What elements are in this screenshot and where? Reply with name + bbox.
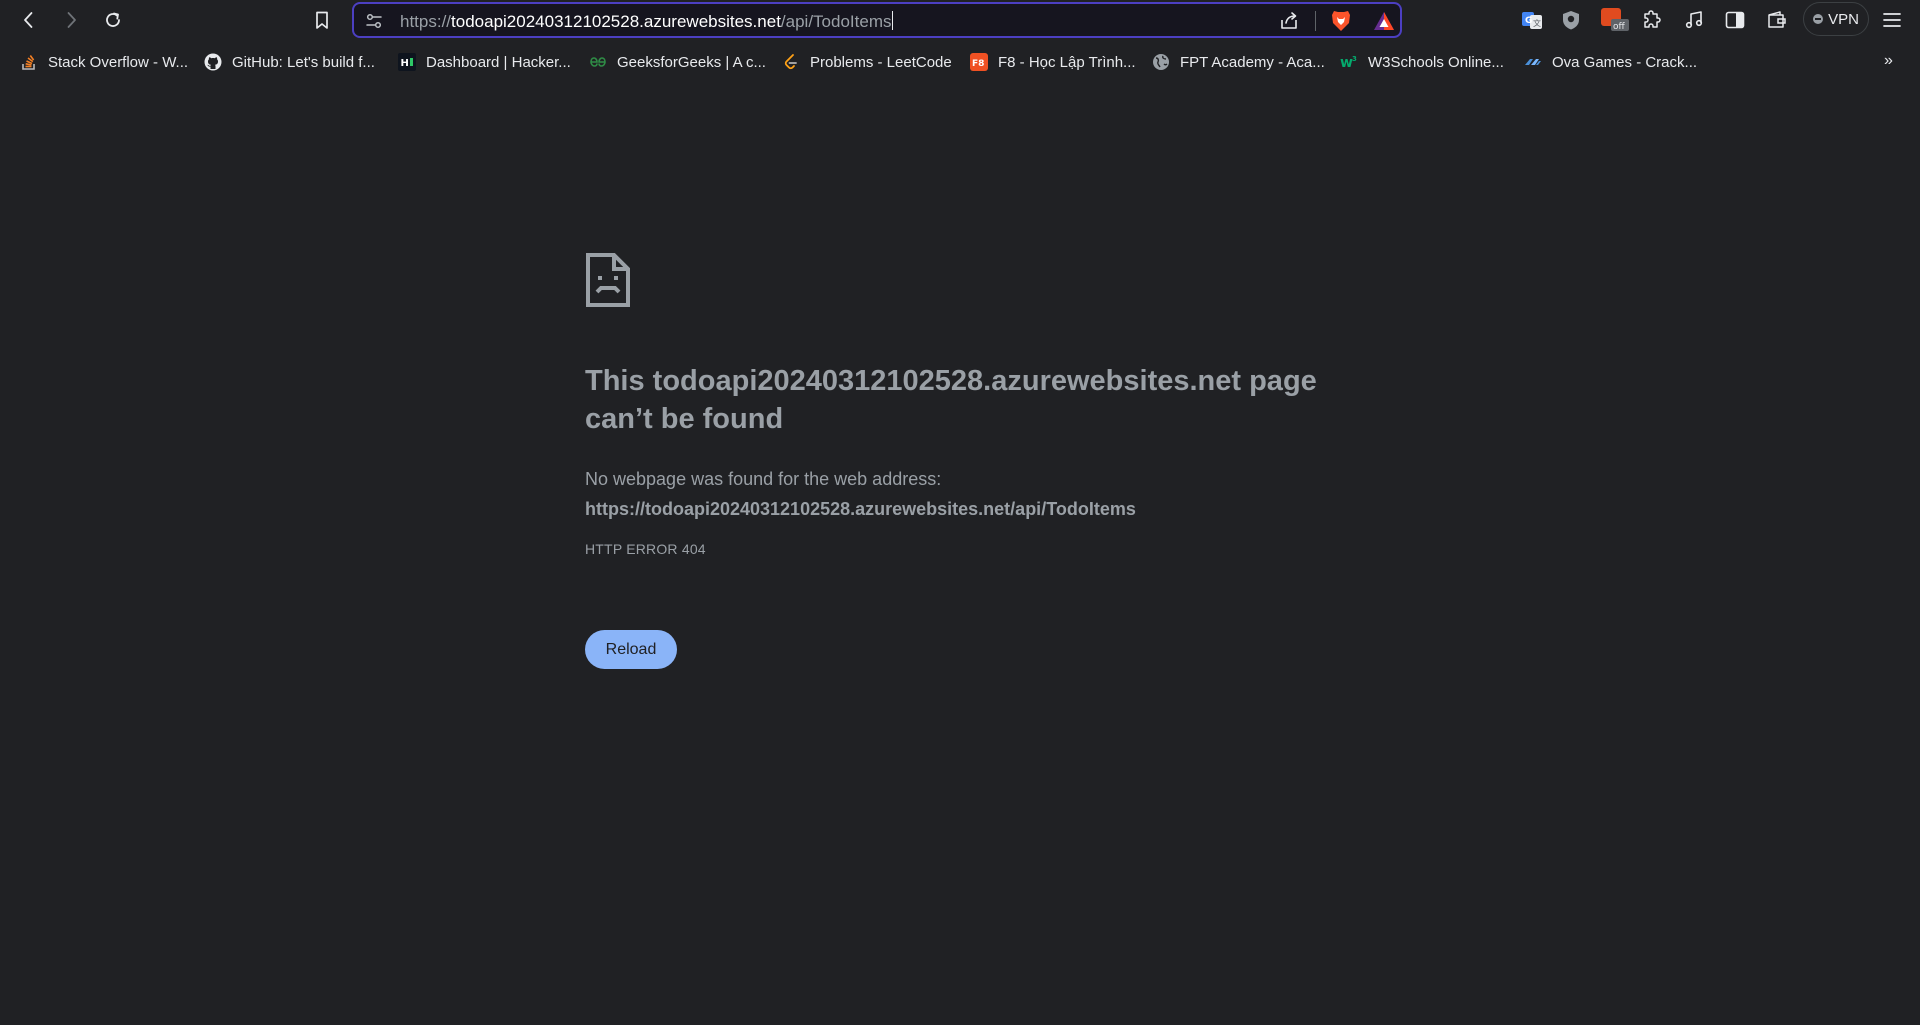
hackerrank-icon: H bbox=[398, 53, 416, 71]
media-button[interactable] bbox=[1682, 8, 1706, 32]
bookmark-label: Ova Games - Crack... bbox=[1552, 53, 1698, 71]
w3schools-icon: w3 bbox=[1340, 53, 1358, 71]
github-icon bbox=[204, 53, 222, 71]
bookmark-label: Stack Overflow - W... bbox=[48, 53, 189, 71]
reload-icon bbox=[106, 12, 120, 27]
brave-shields-icon[interactable] bbox=[1330, 9, 1352, 33]
globe-icon bbox=[1152, 53, 1170, 71]
music-note-icon bbox=[1685, 11, 1703, 29]
bookmark-geeksforgeeks[interactable]: GeeksforGeeks | A c... bbox=[589, 51, 766, 73]
shield-icon bbox=[1563, 11, 1579, 30]
google-translate-icon: G 文 bbox=[1522, 12, 1542, 29]
error-page: This todoapi20240312102528.azurewebsites… bbox=[0, 84, 1920, 1025]
svg-text:文: 文 bbox=[1533, 18, 1541, 28]
bookmark-ovagames[interactable]: Ova Games - Crack... bbox=[1524, 51, 1697, 73]
url-scheme: https:// bbox=[400, 12, 452, 31]
bookmark-page-button[interactable] bbox=[307, 5, 337, 35]
f8-icon: F8 bbox=[970, 53, 988, 71]
extensions-button[interactable] bbox=[1640, 8, 1664, 32]
forward-button[interactable] bbox=[56, 5, 86, 35]
bookmark-leetcode[interactable]: Problems - LeetCode bbox=[782, 51, 952, 73]
bookmark-label: GitHub: Let's build f... bbox=[232, 53, 375, 71]
bookmarks-bar: Stack Overflow - W... GitHub: Let's buil… bbox=[0, 40, 1920, 84]
sidebar-button[interactable] bbox=[1723, 8, 1747, 32]
leetcode-icon bbox=[782, 53, 800, 71]
bookmark-icon bbox=[316, 11, 328, 29]
sidebar-icon bbox=[1725, 11, 1745, 29]
error-message-block: No webpage was found for the web address… bbox=[585, 464, 1385, 524]
bookmark-fpt-academy[interactable]: FPT Academy - Aca... bbox=[1152, 51, 1325, 73]
site-settings-icon[interactable] bbox=[364, 11, 384, 31]
url-text[interactable]: https://todoapi20240312102528.azurewebsi… bbox=[400, 11, 894, 32]
url-host: todoapi20240312102528.azurewebsites.net bbox=[451, 12, 781, 31]
bookmark-label: GeeksforGeeks | A c... bbox=[617, 53, 766, 71]
url-path: /api/TodoItems bbox=[780, 12, 892, 31]
privacy-shield-extension[interactable] bbox=[1559, 8, 1583, 32]
error-url: https://todoapi20240312102528.azurewebsi… bbox=[585, 499, 1136, 519]
brave-rewards-icon[interactable] bbox=[1372, 10, 1396, 32]
bookmark-github[interactable]: GitHub: Let's build f... bbox=[204, 51, 375, 73]
adblock-icon: off bbox=[1601, 8, 1629, 32]
bookmark-stackoverflow[interactable]: Stack Overflow - W... bbox=[20, 51, 188, 73]
wallet-icon bbox=[1768, 11, 1786, 28]
share-icon[interactable] bbox=[1278, 10, 1300, 32]
browser-toolbar: https://todoapi20240312102528.azurewebsi… bbox=[0, 0, 1920, 40]
bookmarks-overflow-icon[interactable]: » bbox=[1884, 52, 1893, 70]
back-button[interactable] bbox=[14, 5, 44, 35]
bookmark-hackerrank[interactable]: H Dashboard | Hacker... bbox=[398, 51, 571, 73]
bookmark-label: W3Schools Online... bbox=[1368, 53, 1504, 71]
vpn-button[interactable]: VPN bbox=[1803, 2, 1869, 36]
svg-text:H: H bbox=[401, 58, 409, 69]
error-message: No webpage was found for the web address… bbox=[585, 469, 942, 489]
stackoverflow-icon bbox=[20, 53, 38, 71]
bookmark-label: FPT Academy - Aca... bbox=[1180, 53, 1325, 71]
svg-text:G: G bbox=[1525, 16, 1532, 26]
error-title: This todoapi20240312102528.azurewebsites… bbox=[585, 365, 1317, 435]
error-code: HTTP ERROR 404 bbox=[585, 541, 706, 557]
broken-page-icon bbox=[586, 253, 630, 307]
bookmark-f8[interactable]: F8 F8 - Học Lập Trình... bbox=[970, 51, 1136, 73]
adblock-extension[interactable]: off bbox=[1601, 8, 1629, 32]
address-bar[interactable]: https://todoapi20240312102528.azurewebsi… bbox=[352, 2, 1402, 38]
svg-text:F8: F8 bbox=[972, 59, 984, 69]
bookmark-label: Problems - LeetCode bbox=[810, 53, 952, 71]
text-caret bbox=[892, 11, 894, 30]
address-bar-divider bbox=[1315, 11, 1316, 31]
ovagames-icon bbox=[1524, 53, 1542, 71]
bookmark-w3schools[interactable]: w3 W3Schools Online... bbox=[1340, 51, 1504, 73]
wallet-button[interactable] bbox=[1765, 8, 1789, 32]
back-icon bbox=[24, 12, 33, 28]
bookmark-label: Dashboard | Hacker... bbox=[426, 53, 571, 71]
geeksforgeeks-icon bbox=[589, 53, 607, 71]
svg-text:3: 3 bbox=[1352, 55, 1357, 63]
main-menu-button[interactable] bbox=[1880, 8, 1904, 32]
translate-extension[interactable]: G 文 bbox=[1520, 8, 1544, 32]
extension-badge: off bbox=[1613, 22, 1626, 32]
reload-button[interactable] bbox=[98, 5, 128, 35]
reload-page-button[interactable]: Reload bbox=[585, 630, 677, 669]
forward-icon bbox=[67, 12, 76, 28]
puzzle-icon bbox=[1644, 10, 1661, 28]
vpn-status-icon bbox=[1813, 14, 1824, 24]
hamburger-menu-icon bbox=[1883, 13, 1901, 27]
bookmark-label: F8 - Học Lập Trình... bbox=[998, 53, 1136, 71]
vpn-label: VPN bbox=[1828, 10, 1859, 28]
